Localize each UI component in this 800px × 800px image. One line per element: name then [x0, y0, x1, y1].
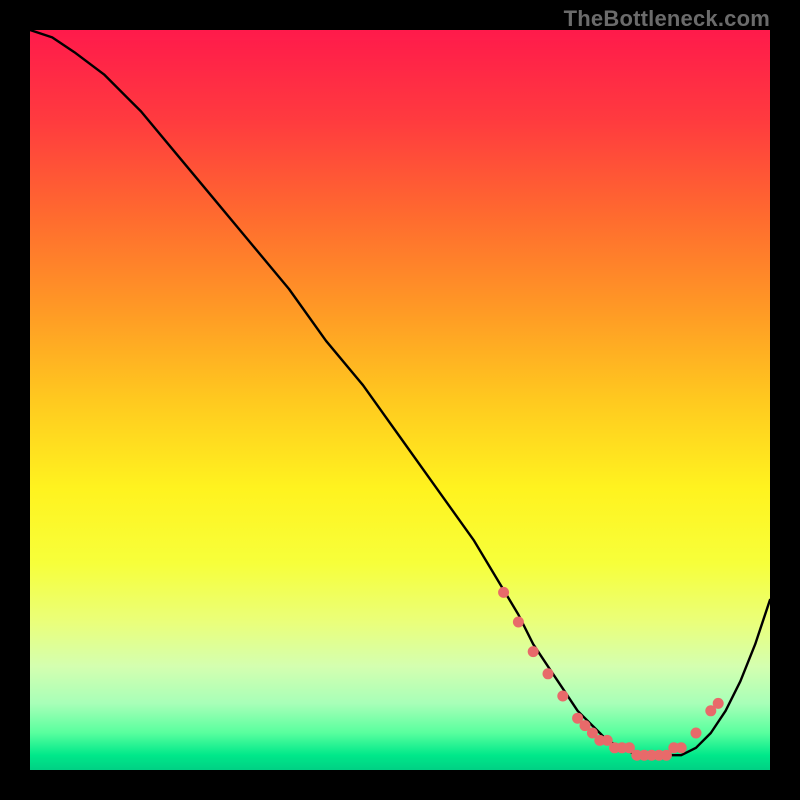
marker-dot: [691, 728, 702, 739]
marker-dot: [528, 646, 539, 657]
marker-dot: [676, 742, 687, 753]
attribution-text: TheBottleneck.com: [564, 6, 770, 32]
bottleneck-curve: [30, 30, 770, 755]
marker-dot: [557, 691, 568, 702]
chart-stage: TheBottleneck.com: [0, 0, 800, 800]
marker-dot: [513, 617, 524, 628]
optimal-range-dots: [498, 587, 724, 761]
curve-svg: [30, 30, 770, 770]
marker-dot: [713, 698, 724, 709]
marker-dot: [543, 668, 554, 679]
plot-area: [30, 30, 770, 770]
marker-dot: [498, 587, 509, 598]
